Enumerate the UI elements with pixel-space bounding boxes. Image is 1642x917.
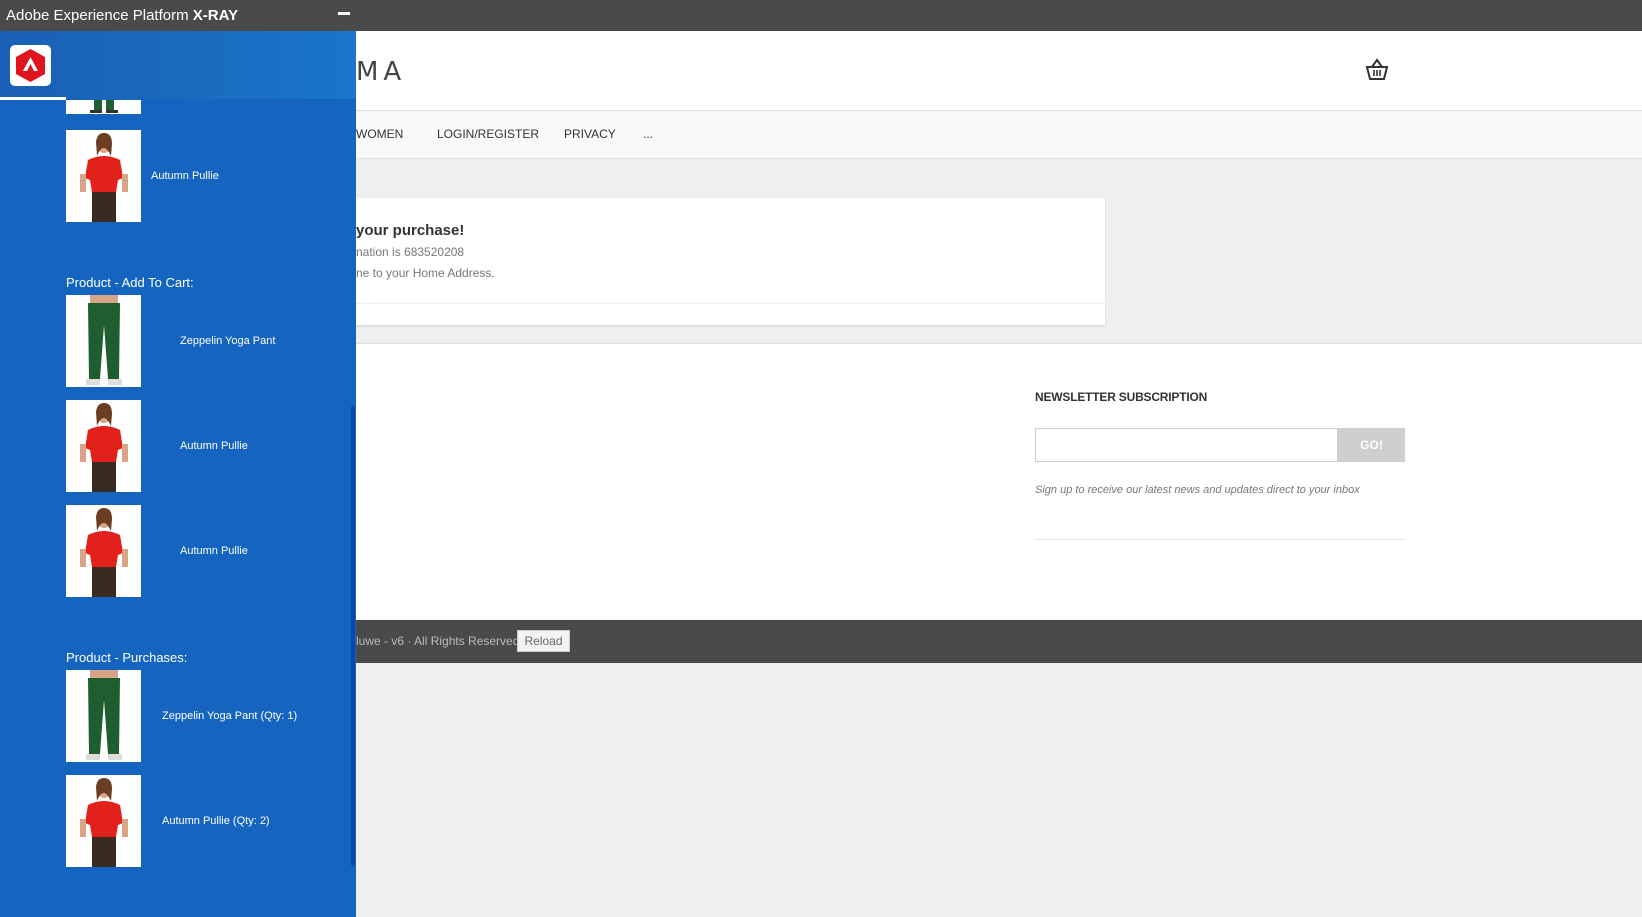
panel-tab-indicator xyxy=(0,97,66,100)
xray-title-bold: X-RAY xyxy=(192,7,239,24)
panel-header xyxy=(0,31,356,100)
nav-item-privacy[interactable]: PRIVACY xyxy=(564,127,616,141)
nav-item-women[interactable]: WOMEN xyxy=(356,127,403,141)
newsletter-go-button[interactable]: GO! xyxy=(1338,428,1405,462)
product-name[interactable]: Zeppelin Yoga Pant (Qty: 1) xyxy=(162,710,297,722)
reload-button[interactable]: Reload xyxy=(517,630,570,652)
adobe-logo-icon[interactable] xyxy=(10,45,51,86)
product-name[interactable]: Autumn Pullie xyxy=(180,545,248,557)
site-nav: WOMEN LOGIN/REGISTER PRIVACY ... xyxy=(356,111,1642,159)
site-logo[interactable]: MA xyxy=(356,57,406,87)
product-thumb-autumn-pullie[interactable] xyxy=(66,505,141,597)
footer-area: NEWSLETTER SUBSCRIPTION GO! Sign up to r… xyxy=(356,343,1642,620)
product-thumb-autumn-pullie[interactable] xyxy=(66,775,141,867)
product-thumb-autumn-pullie[interactable] xyxy=(66,400,141,492)
divider xyxy=(356,303,1105,304)
product-name[interactable]: Zeppelin Yoga Pant xyxy=(180,335,275,347)
xray-panel: Autumn Pullie Product - Add To Cart: Zep… xyxy=(0,31,356,917)
section-title-add-to-cart: Product - Add To Cart: xyxy=(66,275,194,290)
product-name[interactable]: Autumn Pullie xyxy=(180,440,248,452)
cart-icon[interactable] xyxy=(1364,57,1390,83)
nav-item-login-register[interactable]: LOGIN/REGISTER xyxy=(437,127,539,141)
newsletter-title: NEWSLETTER SUBSCRIPTION xyxy=(1035,390,1208,404)
xray-title-bar: Adobe Experience Platform X-RAY xyxy=(0,0,1642,31)
confirmation-shipping: ne to your Home Address. xyxy=(356,266,495,280)
product-thumb-zeppelin-yoga-pant[interactable] xyxy=(66,295,141,387)
product-thumb-autumn-pullie[interactable] xyxy=(66,130,141,222)
product-thumb-partial[interactable] xyxy=(66,100,141,114)
minimize-icon[interactable] xyxy=(338,12,350,15)
section-title-purchases: Product - Purchases: xyxy=(66,650,188,665)
product-thumb-zeppelin-yoga-pant[interactable] xyxy=(66,670,141,762)
copyright-text: luwe - v6 · All Rights Reserved. xyxy=(356,634,523,648)
newsletter-note: Sign up to receive our latest news and u… xyxy=(1035,484,1360,496)
site-header: MA xyxy=(356,31,1642,111)
divider xyxy=(1035,539,1405,540)
confirmation-title: your purchase! xyxy=(356,222,465,239)
product-name[interactable]: Autumn Pullie (Qty: 2) xyxy=(162,815,270,827)
product-name[interactable]: Autumn Pullie xyxy=(151,170,219,182)
panel-scrollbar[interactable] xyxy=(351,406,355,866)
nav-item-more[interactable]: ... xyxy=(643,127,653,141)
order-confirmation-card: your purchase! nation is 683520208 ne to… xyxy=(356,198,1105,325)
copyright-bar: luwe - v6 · All Rights Reserved. Reload xyxy=(356,620,1642,663)
confirmation-number: nation is 683520208 xyxy=(356,245,465,259)
xray-title-prefix: Adobe Experience Platform xyxy=(6,7,189,24)
newsletter-email-input[interactable] xyxy=(1035,428,1338,462)
